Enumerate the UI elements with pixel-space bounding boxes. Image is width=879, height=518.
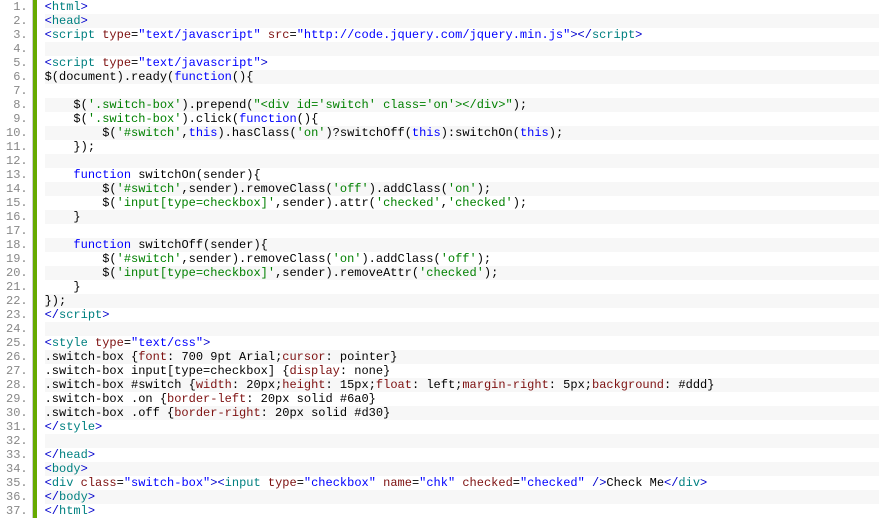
line-number: 3.: [6, 28, 28, 42]
code-line[interactable]: <script type="text/javascript">: [45, 56, 879, 70]
code-line[interactable]: .switch-box .on {border-left: 20px solid…: [45, 392, 879, 406]
line-number: 27.: [6, 364, 28, 378]
code-line[interactable]: });: [45, 140, 879, 154]
line-number: 33.: [6, 448, 28, 462]
line-number: 24.: [6, 322, 28, 336]
code-line[interactable]: <div class="switch-box"><input type="che…: [45, 476, 879, 490]
code-line[interactable]: $('.switch-box').click(function(){: [45, 112, 879, 126]
code-line[interactable]: </style>: [45, 420, 879, 434]
code-line[interactable]: <body>: [45, 462, 879, 476]
line-number: 14.: [6, 182, 28, 196]
line-number: 11.: [6, 140, 28, 154]
line-number: 22.: [6, 294, 28, 308]
code-line[interactable]: $('input[type=checkbox]',sender).attr('c…: [45, 196, 879, 210]
code-line[interactable]: $('#switch',sender).removeClass('on').ad…: [45, 252, 879, 266]
code-line[interactable]: </html>: [45, 504, 879, 518]
code-line[interactable]: $('.switch-box').prepend("<div id='switc…: [45, 98, 879, 112]
code-line[interactable]: [45, 434, 879, 448]
code-line[interactable]: </head>: [45, 448, 879, 462]
line-number: 4.: [6, 42, 28, 56]
code-line[interactable]: function switchOff(sender){: [45, 238, 879, 252]
code-line[interactable]: [45, 224, 879, 238]
code-line[interactable]: .switch-box #switch {width: 20px;height:…: [45, 378, 879, 392]
code-line[interactable]: $('input[type=checkbox]',sender).removeA…: [45, 266, 879, 280]
code-line[interactable]: <style type="text/css">: [45, 336, 879, 350]
line-number: 2.: [6, 14, 28, 28]
code-line[interactable]: });: [45, 294, 879, 308]
line-number: 18.: [6, 238, 28, 252]
line-number: 1.: [6, 0, 28, 14]
code-line[interactable]: .switch-box {font: 700 9pt Arial;cursor:…: [45, 350, 879, 364]
line-number: 32.: [6, 434, 28, 448]
code-line[interactable]: </body>: [45, 490, 879, 504]
code-content[interactable]: <html><head><script type="text/javascrip…: [37, 0, 879, 518]
code-line[interactable]: $('#switch',sender).removeClass('off').a…: [45, 182, 879, 196]
code-line[interactable]: <html>: [45, 0, 879, 14]
line-number: 20.: [6, 266, 28, 280]
code-line[interactable]: [45, 322, 879, 336]
code-line[interactable]: }: [45, 280, 879, 294]
code-line[interactable]: }: [45, 210, 879, 224]
code-line[interactable]: <script type="text/javascript" src="http…: [45, 28, 879, 42]
code-line[interactable]: </script>: [45, 308, 879, 322]
line-number: 35.: [6, 476, 28, 490]
line-number: 10.: [6, 126, 28, 140]
line-number: 36.: [6, 490, 28, 504]
code-line[interactable]: <head>: [45, 14, 879, 28]
line-number: 25.: [6, 336, 28, 350]
code-line[interactable]: function switchOn(sender){: [45, 168, 879, 182]
code-line[interactable]: [45, 42, 879, 56]
line-number: 23.: [6, 308, 28, 322]
line-number: 9.: [6, 112, 28, 126]
line-number: 28.: [6, 378, 28, 392]
line-number: 12.: [6, 154, 28, 168]
code-line[interactable]: $(document).ready(function(){: [45, 70, 879, 84]
code-line[interactable]: [45, 154, 879, 168]
line-number: 21.: [6, 280, 28, 294]
line-number-gutter: 1.2.3.4.5.6.7.8.9.10.11.12.13.14.15.16.1…: [0, 0, 33, 518]
line-number: 30.: [6, 406, 28, 420]
line-number: 5.: [6, 56, 28, 70]
line-number: 31.: [6, 420, 28, 434]
line-number: 8.: [6, 98, 28, 112]
line-number: 16.: [6, 210, 28, 224]
line-number: 26.: [6, 350, 28, 364]
line-number: 15.: [6, 196, 28, 210]
line-number: 17.: [6, 224, 28, 238]
code-line[interactable]: .switch-box input[type=checkbox] {displa…: [45, 364, 879, 378]
code-line[interactable]: .switch-box .off {border-right: 20px sol…: [45, 406, 879, 420]
line-number: 34.: [6, 462, 28, 476]
code-line[interactable]: $('#switch',this).hasClass('on')?switchO…: [45, 126, 879, 140]
line-number: 7.: [6, 84, 28, 98]
line-number: 29.: [6, 392, 28, 406]
code-line[interactable]: [45, 84, 879, 98]
line-number: 37.: [6, 504, 28, 518]
line-number: 6.: [6, 70, 28, 84]
line-number: 19.: [6, 252, 28, 266]
line-number: 13.: [6, 168, 28, 182]
code-editor: 1.2.3.4.5.6.7.8.9.10.11.12.13.14.15.16.1…: [0, 0, 879, 518]
